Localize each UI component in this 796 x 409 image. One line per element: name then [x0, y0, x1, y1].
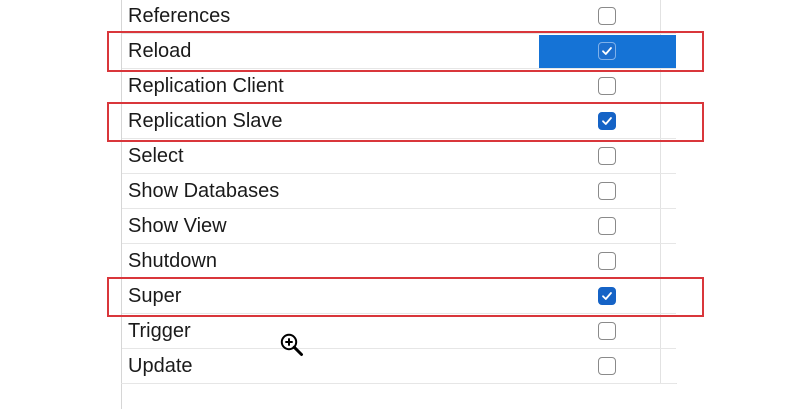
- grant-checkbox[interactable]: [598, 182, 616, 200]
- grant-checkbox[interactable]: [598, 357, 616, 375]
- privilege-label: Replication Client: [128, 75, 284, 97]
- highlight-box-replication-slave: [107, 102, 704, 142]
- privilege-label: Show View: [128, 215, 227, 237]
- grant-cell[interactable]: [539, 315, 676, 348]
- grant-cell[interactable]: [539, 350, 676, 383]
- privilege-row-update[interactable]: Update: [122, 349, 676, 384]
- privilege-row-shutdown[interactable]: Shutdown: [122, 244, 676, 279]
- privilege-row-show-view[interactable]: Show View: [122, 209, 676, 244]
- grant-cell[interactable]: [539, 140, 676, 173]
- grant-cell[interactable]: [539, 175, 676, 208]
- privilege-label: References: [128, 5, 231, 27]
- zoom-in-icon: [280, 333, 303, 356]
- grant-cell[interactable]: [539, 210, 676, 243]
- grant-checkbox[interactable]: [598, 252, 616, 270]
- privilege-row-show-databases[interactable]: Show Databases: [122, 174, 676, 209]
- privilege-label: Trigger: [128, 320, 191, 342]
- grant-checkbox[interactable]: [598, 7, 616, 25]
- grant-cell[interactable]: [539, 245, 676, 278]
- grant-checkbox[interactable]: [598, 322, 616, 340]
- grant-cell[interactable]: [539, 0, 676, 33]
- grant-checkbox[interactable]: [598, 217, 616, 235]
- grant-checkbox[interactable]: [598, 77, 616, 95]
- highlight-box-super: [107, 277, 704, 317]
- privilege-label: Update: [128, 355, 193, 377]
- privilege-row-references[interactable]: References: [122, 0, 676, 34]
- privilege-label: Select: [128, 145, 184, 167]
- highlight-box-reload: [107, 31, 704, 72]
- privilege-label: Shutdown: [128, 250, 217, 272]
- privilege-row-select[interactable]: Select: [122, 139, 676, 174]
- privilege-row-replication-client[interactable]: Replication Client: [122, 69, 676, 104]
- privilege-row-trigger[interactable]: Trigger: [122, 314, 676, 349]
- privilege-label: Show Databases: [128, 180, 280, 202]
- grant-cell[interactable]: [539, 70, 676, 103]
- grant-checkbox[interactable]: [598, 147, 616, 165]
